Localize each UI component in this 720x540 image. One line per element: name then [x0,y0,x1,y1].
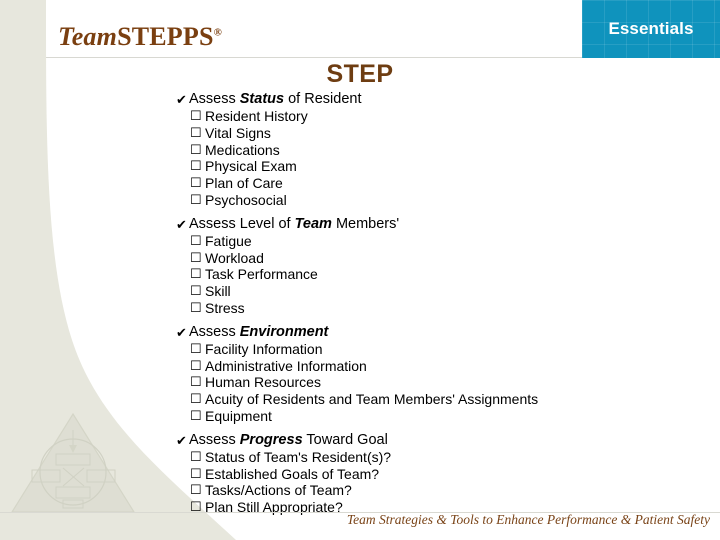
slide-canvas: TeamSTEPPS® Essentials STEP ✔ Assess Sta… [0,0,720,540]
list-item: ☐ Facility Information [190,341,716,358]
list-item-label: Medications [205,141,280,158]
group-header-prefix: Assess Level of [189,215,295,232]
checkbox-icon: ☐ [190,124,202,140]
group-header: ✔ Assess Level of Team Members' [176,216,716,233]
list-item-label: Tasks/Actions of Team? [205,482,352,499]
step-checklist: ✔ Assess Status of Resident ☐ Resident H… [176,91,716,516]
list-item-label: Physical Exam [205,158,297,175]
header-divider [46,57,582,58]
checkbox-icon: ☐ [190,299,202,315]
group-header-label: Assess Environment [189,324,328,341]
list-item: ☐ Vital Signs [190,125,716,142]
list-item: ☐ Status of Team's Resident(s)? [190,449,716,466]
list-item-label: Status of Team's Resident(s)? [205,448,392,465]
group-header-keyword: Environment [239,323,329,340]
group-header-suffix: of Resident [284,91,362,107]
checkbox-icon: ☐ [190,158,202,174]
group-header-keyword: Progress [239,431,303,448]
list-item: ☐ Administrative Information [190,358,716,375]
list-item-label: Administrative Information [205,357,367,374]
list-item-label: Equipment [205,407,272,424]
checklist-group: ✔ Assess Status of Resident ☐ Resident H… [176,91,716,209]
brand-team-text: Team [58,22,118,51]
list-item: ☐ Workload [190,250,716,267]
check-icon: ✔ [176,92,187,107]
group-header-prefix: Assess [189,91,240,107]
group-header: ✔ Assess Status of Resident [176,91,716,108]
list-item-label: Vital Signs [205,124,271,141]
list-item-label: Psychosocial [205,191,287,208]
list-item-label: Skill [205,283,231,300]
group-header-label: Assess Progress Toward Goal [189,432,388,449]
list-item-label: Facility Information [205,340,323,357]
checkbox-icon: ☐ [190,340,202,356]
list-item: ☐ Task Performance [190,266,716,283]
essentials-banner: Essentials [582,0,720,58]
brand-stepps-text: STEPPS [117,22,214,51]
check-icon: ✔ [176,216,187,232]
list-item: ☐ Physical Exam [190,158,716,175]
group-header-prefix: Assess [189,323,240,340]
checkbox-icon: ☐ [190,175,202,191]
list-item-label: Workload [205,249,264,266]
checkbox-icon: ☐ [190,374,202,390]
list-item-label: Task Performance [205,266,318,283]
checklist-group: ✔ Assess Level of Team Members' ☐ Fatigu… [176,216,716,317]
list-item-label: Acuity of Residents and Team Members' As… [205,391,539,408]
group-header-prefix: Assess [189,431,240,448]
teamstepps-logo: TeamSTEPPS® [58,22,222,52]
list-item-label: Stress [205,299,245,316]
list-item: ☐ Resident History [190,108,716,125]
list-item: ☐ Human Resources [190,374,716,391]
check-icon: ✔ [176,324,187,340]
list-item-label: Human Resources [205,374,321,391]
checkbox-icon: ☐ [190,499,202,515]
list-item: ☐ Fatigue [190,233,716,250]
group-header-suffix: Toward Goal [302,431,388,448]
list-item: ☐ Established Goals of Team? [190,466,716,483]
checkbox-icon: ☐ [190,448,202,464]
checkbox-icon: ☐ [190,482,202,498]
footer-tagline: Team Strategies & Tools to Enhance Perfo… [346,512,710,527]
list-item-label: Fatigue [205,232,252,249]
list-item: ☐ Equipment [190,408,716,425]
checkbox-icon: ☐ [190,465,202,481]
group-header: ✔ Assess Progress Toward Goal [176,432,716,449]
list-item: ☐ Psychosocial [190,192,716,209]
teamstepps-triangle-watermark-icon [10,412,136,513]
checkbox-icon: ☐ [190,391,202,407]
list-item: ☐ Stress [190,300,716,317]
list-item: ☐ Skill [190,283,716,300]
essentials-banner-label: Essentials [608,19,694,38]
group-header-label: Assess Status of Resident [189,91,361,108]
group-header-keyword: Status [239,91,285,107]
list-item: ☐ Medications [190,142,716,159]
checkbox-icon: ☐ [190,357,202,373]
group-header-suffix: Members' [331,215,400,232]
registered-trademark-icon: ® [213,26,223,39]
checklist-group: ✔ Assess Environment ☐ Facility Informat… [176,324,716,425]
checkbox-icon: ☐ [190,283,202,299]
checkbox-icon: ☐ [190,232,202,248]
group-header-label: Assess Level of Team Members' [189,216,399,233]
checkbox-icon: ☐ [190,407,202,423]
page-title: STEP [326,60,394,88]
list-item: ☐ Tasks/Actions of Team? [190,482,716,499]
list-item: ☐ Plan of Care [190,175,716,192]
group-header-keyword: Team [294,215,332,232]
list-item-label: Resident History [205,108,308,124]
check-icon: ✔ [176,432,187,448]
group-header: ✔ Assess Environment [176,324,716,341]
checkbox-icon: ☐ [190,191,202,207]
checkbox-icon: ☐ [190,108,202,123]
checkbox-icon: ☐ [190,266,202,282]
list-item-label: Plan Still Appropriate? [205,499,343,516]
list-item: ☐ Acuity of Residents and Team Members' … [190,391,716,408]
checkbox-icon: ☐ [190,249,202,265]
checkbox-icon: ☐ [190,141,202,157]
list-item-label: Plan of Care [205,175,283,192]
list-item-label: Established Goals of Team? [205,465,380,482]
checklist-group: ✔ Assess Progress Toward Goal ☐ Status o… [176,432,716,516]
